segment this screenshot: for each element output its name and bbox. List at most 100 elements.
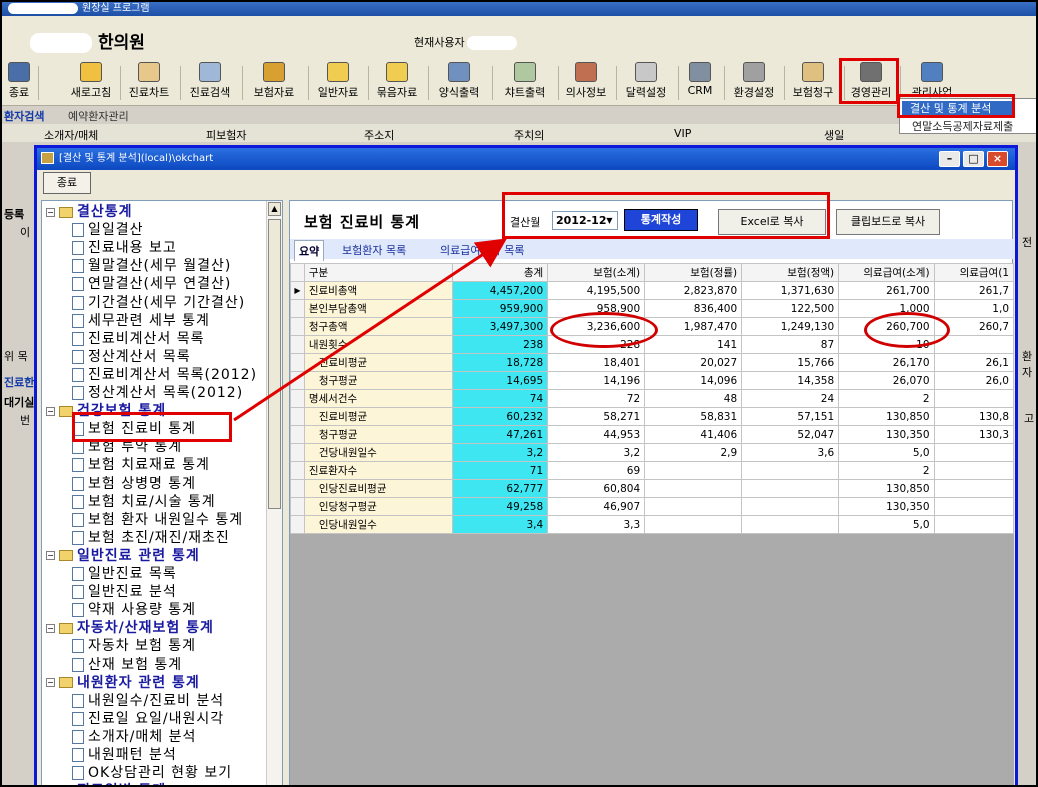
tree-item[interactable]: 월말결산(세무 월결산)	[42, 257, 231, 275]
toolbar-button-3[interactable]: 진료검색	[180, 62, 243, 104]
tree-item[interactable]: 소개자/매체 분석	[42, 728, 196, 746]
col-birthday[interactable]: 생일	[824, 127, 844, 143]
collapse-icon[interactable]: −	[46, 623, 55, 633]
tree-item[interactable]: 일반진료 목록	[42, 565, 177, 583]
column-header[interactable]: 의료급여(1	[933, 263, 1014, 282]
column-header[interactable]: 보험(정률)	[644, 263, 743, 282]
toolbar-button-2[interactable]: 진료차트	[120, 62, 181, 104]
table-row[interactable]: 진료비평균 18,728 18,401 20,027 15,766 26,170 26,1	[290, 353, 1014, 372]
tree-item[interactable]: 정산계산서 목록(2012)	[42, 384, 243, 402]
tree-category[interactable]: −진료일별 통계	[42, 782, 166, 785]
col-insured[interactable]: 피보험자	[206, 127, 246, 143]
table-row[interactable]: 인당진료비평균 62,777 60,804 130,850	[290, 479, 1014, 498]
tab-medical-aid-patients[interactable]: 의료급여환자 목록	[440, 242, 524, 258]
col-address[interactable]: 주소지	[364, 127, 394, 143]
column-header[interactable]: 보험(소계)	[547, 263, 646, 282]
period-select[interactable]: 2012-12 ▼	[552, 211, 618, 230]
table-row[interactable]: 인당청구평균 49,258 46,907 130,350	[290, 497, 1014, 516]
tree-category[interactable]: − 결산통계	[42, 203, 133, 221]
table-row[interactable]: 건당내원일수 3,2 3,2 2,9 3,6 5,0	[290, 443, 1014, 462]
tab-insurance-patients[interactable]: 보험환자 목록	[342, 242, 406, 258]
tree-item[interactable]: 진료비계산서 목록(2012)	[42, 366, 257, 384]
table-row[interactable]: ▶ 진료비총액 4,457,200 4,195,500 2,823,870 1,371,6…	[290, 281, 1014, 300]
tree-item[interactable]: 자동차 보험 통계	[42, 637, 196, 655]
tree-item[interactable]: 정산계산서 목록	[42, 348, 191, 366]
tree-item[interactable]: 진료일 요일/내원시각	[42, 710, 224, 728]
scroll-up-icon[interactable]: ▲	[268, 202, 281, 216]
chevron-down-icon[interactable]: ▼	[603, 213, 616, 228]
table-row[interactable]: 청구평균 14,695 14,196 14,096 14,358 26,070 26,0	[290, 371, 1014, 390]
toolbar-button-4[interactable]: 보험자료	[242, 62, 309, 104]
tree-category[interactable]: − 일반진료 관련 통계	[42, 547, 200, 565]
tree-item[interactable]: 연말결산(세무 연결산)	[42, 275, 231, 293]
column-header[interactable]: 총계	[452, 263, 549, 282]
close-icon[interactable]: ×	[987, 151, 1008, 167]
col-vip[interactable]: VIP	[674, 127, 691, 140]
toolbar-button-6[interactable]: 묶음자료	[368, 62, 429, 104]
table-row[interactable]: 진료환자수 71 69 2	[290, 461, 1014, 480]
tree-item[interactable]: 보험 상병명 통계	[42, 475, 196, 493]
toolbar-button-7[interactable]: 양식출력	[428, 62, 493, 104]
tree-item[interactable]: 기간결산(세무 기간결산)	[42, 294, 245, 312]
menu-item-year-end-tax[interactable]: 연말소득공제자료제출	[912, 118, 1013, 134]
tree-category[interactable]: − 건강보험 통계	[42, 402, 166, 420]
toolbar-button-10[interactable]: 달력설정	[616, 62, 679, 104]
generate-stats-button[interactable]: 통계작성	[624, 209, 698, 231]
collapse-icon[interactable]: −	[46, 207, 55, 217]
tree-item[interactable]: 약재 사용량 통계	[42, 601, 196, 619]
toolbar-button-9[interactable]: 의사정보	[558, 62, 617, 104]
tab-reservation[interactable]: 예약환자관리	[68, 108, 129, 124]
column-header[interactable]: 구분	[303, 263, 454, 282]
tree-item[interactable]: 보험 초진/재진/재초진	[42, 529, 230, 547]
scroll-thumb[interactable]	[268, 219, 281, 509]
exit-button[interactable]: 종료	[43, 172, 91, 194]
tree-item[interactable]: 진료내용 보고	[42, 239, 177, 257]
table-row[interactable]: 본인부담총액 959,900 958,900 836,400 122,500 1,000 1…	[290, 299, 1014, 318]
tree-item[interactable]: 보험 투약 통계	[42, 438, 182, 456]
tree-item[interactable]: OK상담관리 현황 보기	[42, 764, 232, 782]
copy-to-clipboard-button[interactable]: 클립보드로 복사	[836, 209, 940, 235]
tree-item[interactable]: 보험 치료/시술 통계	[42, 493, 216, 511]
tree-category[interactable]: − 자동차/산재보험 통계	[42, 619, 214, 637]
tree-item[interactable]: 진료비계산서 목록	[42, 330, 205, 348]
tree-category[interactable]: − 내원환자 관련 통계	[42, 674, 200, 692]
tree-item[interactable]: 산재 보험 통계	[42, 656, 182, 674]
table-row[interactable]: 인당내원일수 3,4 3,3 5,0	[290, 515, 1014, 534]
tree-item[interactable]: 보험 진료비 통계	[42, 420, 196, 438]
toolbar-button-0[interactable]: 종료	[2, 62, 39, 104]
tab-patient-search[interactable]: 환자검색	[4, 108, 44, 124]
copy-to-excel-button[interactable]: Excel로 복사	[718, 209, 826, 235]
minimize-icon[interactable]: –	[939, 151, 960, 167]
toolbar-button-1[interactable]: 새로고침	[64, 62, 121, 104]
tree-scrollbar[interactable]: ▲	[266, 201, 282, 785]
maximize-icon[interactable]: □	[963, 151, 984, 167]
tree-item[interactable]: 보험 치료재료 통계	[42, 456, 210, 474]
collapse-icon[interactable]: −	[46, 678, 55, 688]
toolbar-button-label: 챠트출력	[504, 86, 546, 99]
tree-item[interactable]: 내원패턴 분석	[42, 746, 177, 764]
tree-item[interactable]: 일일결산	[42, 221, 144, 239]
tree-item[interactable]: 보험 환자 내원일수 통계	[42, 511, 243, 529]
toolbar-button-13[interactable]: 보험청구	[784, 62, 845, 104]
tree-item[interactable]: 내원일수/진료비 분석	[42, 692, 224, 710]
collapse-icon[interactable]: −	[46, 406, 55, 416]
column-header[interactable]: 보험(정액)	[741, 263, 840, 282]
table-row[interactable]: 청구총액 3,497,300 3,236,600 1,987,470 1,249,130…	[290, 317, 1014, 336]
toolbar-button-5[interactable]: 일반자료	[310, 62, 369, 104]
table-row[interactable]: 청구평균 47,261 44,953 41,406 52,047 130,350 130,3	[290, 425, 1014, 444]
toolbar-button-14[interactable]: 경영관리	[844, 62, 901, 104]
table-row[interactable]: 내원횟수 238 228 141 87 10	[290, 335, 1014, 354]
toolbar-button-8[interactable]: 챠트출력	[494, 62, 559, 104]
toolbar-button-11[interactable]: CRM	[678, 62, 725, 104]
column-header[interactable]: 의료급여(소계)	[838, 263, 935, 282]
col-doctor[interactable]: 주치의	[514, 127, 544, 143]
table-row[interactable]: 명세서건수 74 72 48 24 2	[290, 389, 1014, 408]
menu-item-settlement-stats[interactable]: 결산 및 통계 분석	[902, 101, 1012, 116]
table-row[interactable]: 진료비평균 60,232 58,271 58,831 57,151 130,850 130,…	[290, 407, 1014, 426]
tree-item[interactable]: 일반진료 분석	[42, 583, 177, 601]
tree-item[interactable]: 세무관련 세부 통계	[42, 312, 210, 330]
tab-summary[interactable]: 요약	[294, 240, 325, 261]
toolbar-button-12[interactable]: 환경설정	[726, 62, 785, 104]
collapse-icon[interactable]: −	[46, 551, 55, 561]
col-referrer[interactable]: 소개자/매체	[44, 127, 98, 143]
